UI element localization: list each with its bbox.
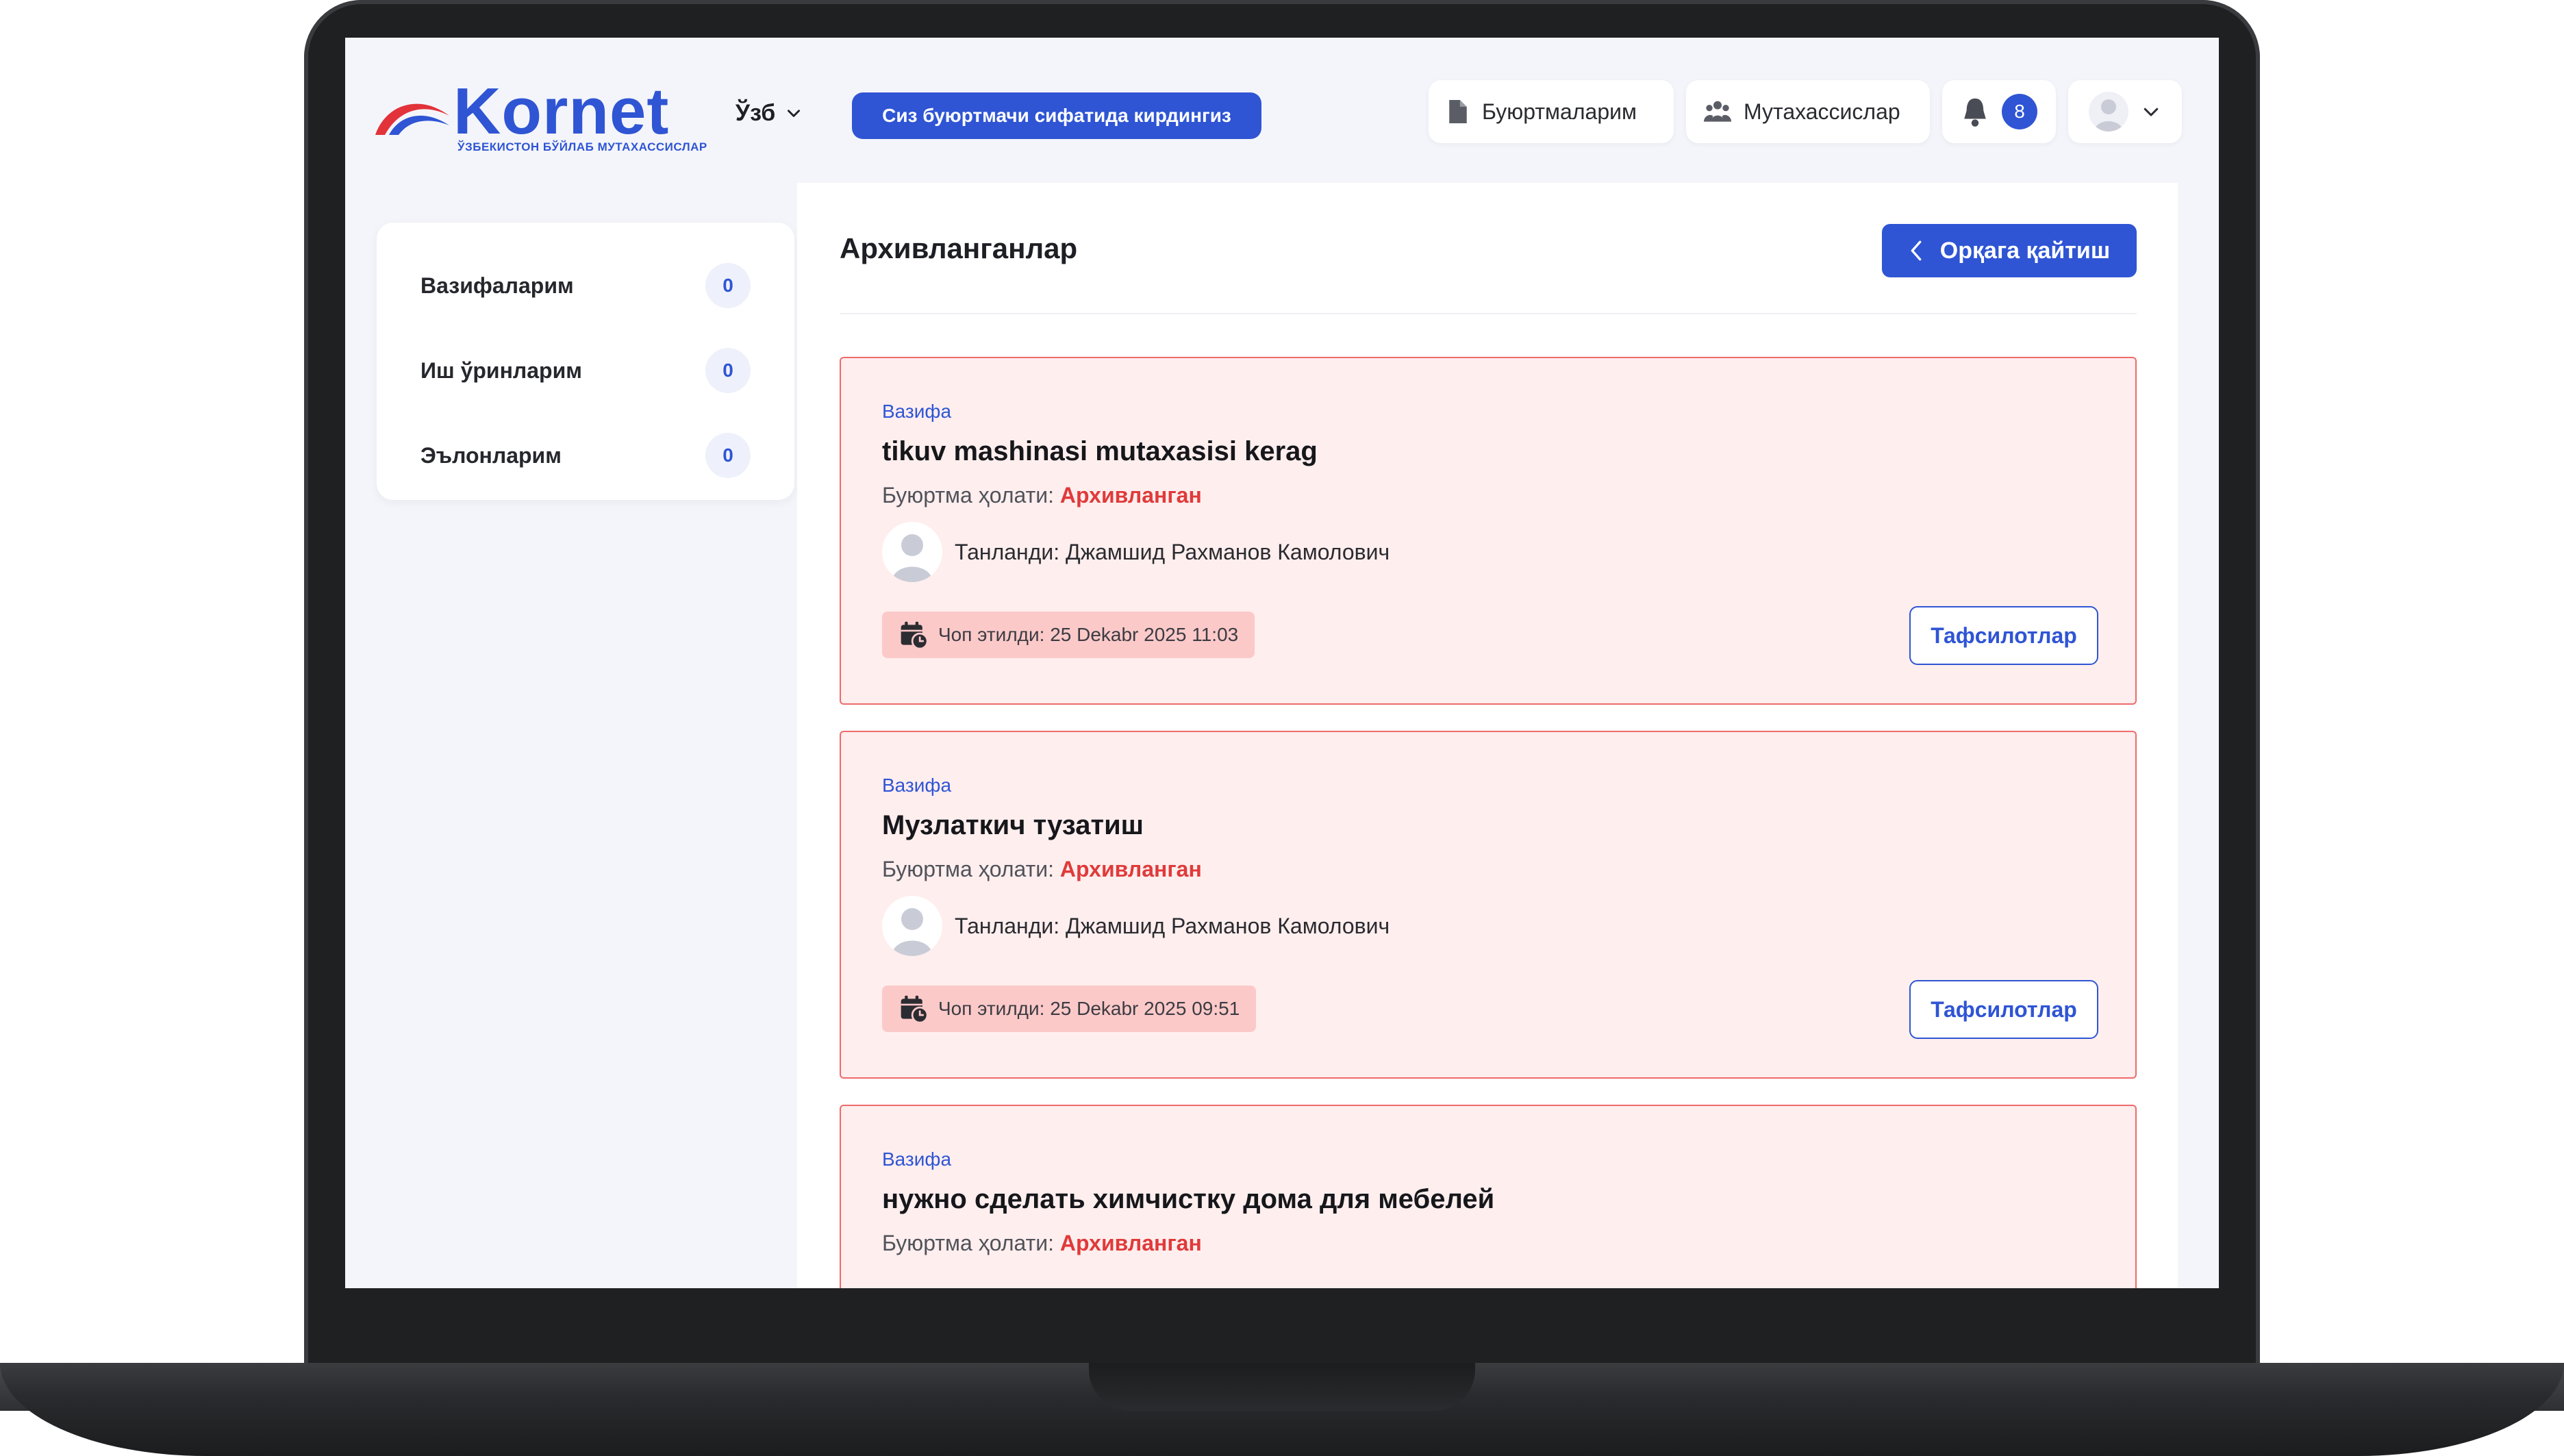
sidebar-item-label: Иш ўринларим (420, 357, 582, 383)
chosen-specialist-text: Танланди: Джамшид Рахманов Камолович (955, 913, 1390, 938)
user-avatar-icon (882, 896, 942, 956)
user-avatar-icon (882, 522, 942, 582)
status-value: Архивланган (1059, 1231, 1202, 1255)
document-icon (1449, 100, 1467, 123)
people-icon (1704, 101, 1731, 122)
card-type: Вазифа (882, 775, 952, 796)
card-status: Буюртма ҳолати: Архивланган (882, 1231, 1202, 1256)
details-button[interactable]: Тафсилотлар (1909, 980, 2098, 1039)
user-avatar-icon (2089, 92, 2128, 131)
published-date-text: Чоп этилди: 25 Dekabr 2025 11:03 (938, 624, 1239, 645)
status-label: Буюртма ҳолати: (882, 1231, 1055, 1255)
published-date-text: Чоп этилди: 25 Dekabr 2025 09:51 (938, 998, 1240, 1019)
logo-wordmark: Kornet (453, 75, 670, 148)
back-button[interactable]: Орқага қайтиш (1882, 224, 2137, 277)
notifications-button[interactable]: 8 (1942, 80, 2056, 143)
archived-order-card: Вазифа tikuv mashinasi mutaxasisi kerag … (840, 357, 2137, 705)
chosen-specialist: Танланди: Джамшид Рахманов Камолович (882, 521, 1390, 583)
calendar-clock-icon (901, 621, 929, 650)
calendar-clock-icon (901, 995, 929, 1024)
sidebar-item-tasks[interactable]: Вазифаларим 0 (420, 243, 751, 328)
main-panel: Архивланганлар Орқага қайтиш Вазифа tiku… (797, 183, 2178, 1288)
kornet-logo[interactable]: Kornet ЎЗБЕКИСТОН БЎЙЛАБ МУТАХАССИСЛАР (373, 75, 707, 153)
my-orders-label: Буюртмаларим (1482, 99, 1637, 124)
card-type: Вазифа (882, 401, 952, 422)
sidebar-item-count: 0 (705, 348, 751, 393)
card-status: Буюртма ҳолати: Архивланган (882, 483, 1202, 508)
laptop-notch (1089, 1363, 1475, 1411)
chevron-left-icon (1911, 240, 1922, 261)
archived-order-card: Вазифа нужно сделать химчистку дома для … (840, 1105, 2137, 1288)
card-title: Музлаткич тузатиш (882, 810, 1144, 840)
back-button-label: Орқага қайтиш (1939, 237, 2111, 264)
card-title: нужно сделать химчистку дома для мебелей (882, 1184, 1495, 1214)
bell-icon (1964, 98, 1986, 127)
notifications-count-badge: 8 (2002, 94, 2037, 129)
title-divider (840, 313, 2137, 314)
logo-swoosh-icon (375, 103, 449, 135)
chosen-specialist-text: Танланди: Джамшид Рахманов Камолович (955, 539, 1390, 564)
specialists-button[interactable]: Мутахассислар (1686, 80, 1930, 143)
status-value: Архивланган (1059, 857, 1202, 881)
logo-tagline: ЎЗБЕКИСТОН БЎЙЛАБ МУТАХАССИСЛАР (457, 140, 707, 153)
chevron-down-icon (2144, 108, 2159, 116)
user-menu-button[interactable] (2068, 80, 2182, 143)
language-label: Ўзб (736, 99, 776, 126)
published-date-badge: Чоп этилди: 25 Dekabr 2025 11:03 (882, 612, 1255, 658)
language-selector[interactable]: Ўзб (736, 92, 803, 134)
sidebar-item-ads[interactable]: Эълонларим 0 (420, 413, 751, 498)
chosen-specialist: Танланди: Джамшид Рахманов Камолович (882, 895, 1390, 957)
app-screen: Kornet ЎЗБЕКИСТОН БЎЙЛАБ МУТАХАССИСЛАР Ў… (345, 38, 2219, 1288)
sidebar-item-label: Вазифаларим (420, 273, 574, 298)
card-title: tikuv mashinasi mutaxasisi kerag (882, 436, 1318, 466)
status-value: Архивланган (1059, 483, 1202, 507)
top-header: Kornet ЎЗБЕКИСТОН БЎЙЛАБ МУТАХАССИСЛАР Ў… (345, 38, 2219, 181)
role-notice-badge: Сиз буюртмачи сифатида кирдингиз (852, 92, 1261, 139)
card-type: Вазифа (882, 1149, 952, 1170)
status-label: Буюртма ҳолати: (882, 857, 1055, 881)
sidebar-item-count: 0 (705, 433, 751, 478)
sidebar-item-label: Эълонларим (420, 442, 562, 468)
status-label: Буюртма ҳолати: (882, 483, 1055, 507)
sidebar-item-count: 0 (705, 263, 751, 308)
archived-order-card: Вазифа Музлаткич тузатиш Буюртма ҳолати:… (840, 731, 2137, 1079)
details-button[interactable]: Тафсилотлар (1909, 606, 2098, 665)
card-status: Буюртма ҳолати: Архивланган (882, 857, 1202, 882)
sidebar: Вазифаларим 0 Иш ўринларим 0 Эълонларим … (377, 223, 794, 500)
specialists-label: Мутахассислар (1744, 99, 1900, 124)
chevron-down-icon (788, 110, 801, 117)
page-title: Архивланганлар (840, 232, 1078, 264)
published-date-badge: Чоп этилди: 25 Dekabr 2025 09:51 (882, 986, 1257, 1032)
sidebar-item-jobs[interactable]: Иш ўринларим 0 (420, 328, 751, 413)
my-orders-button[interactable]: Буюртмаларим (1429, 80, 1674, 143)
